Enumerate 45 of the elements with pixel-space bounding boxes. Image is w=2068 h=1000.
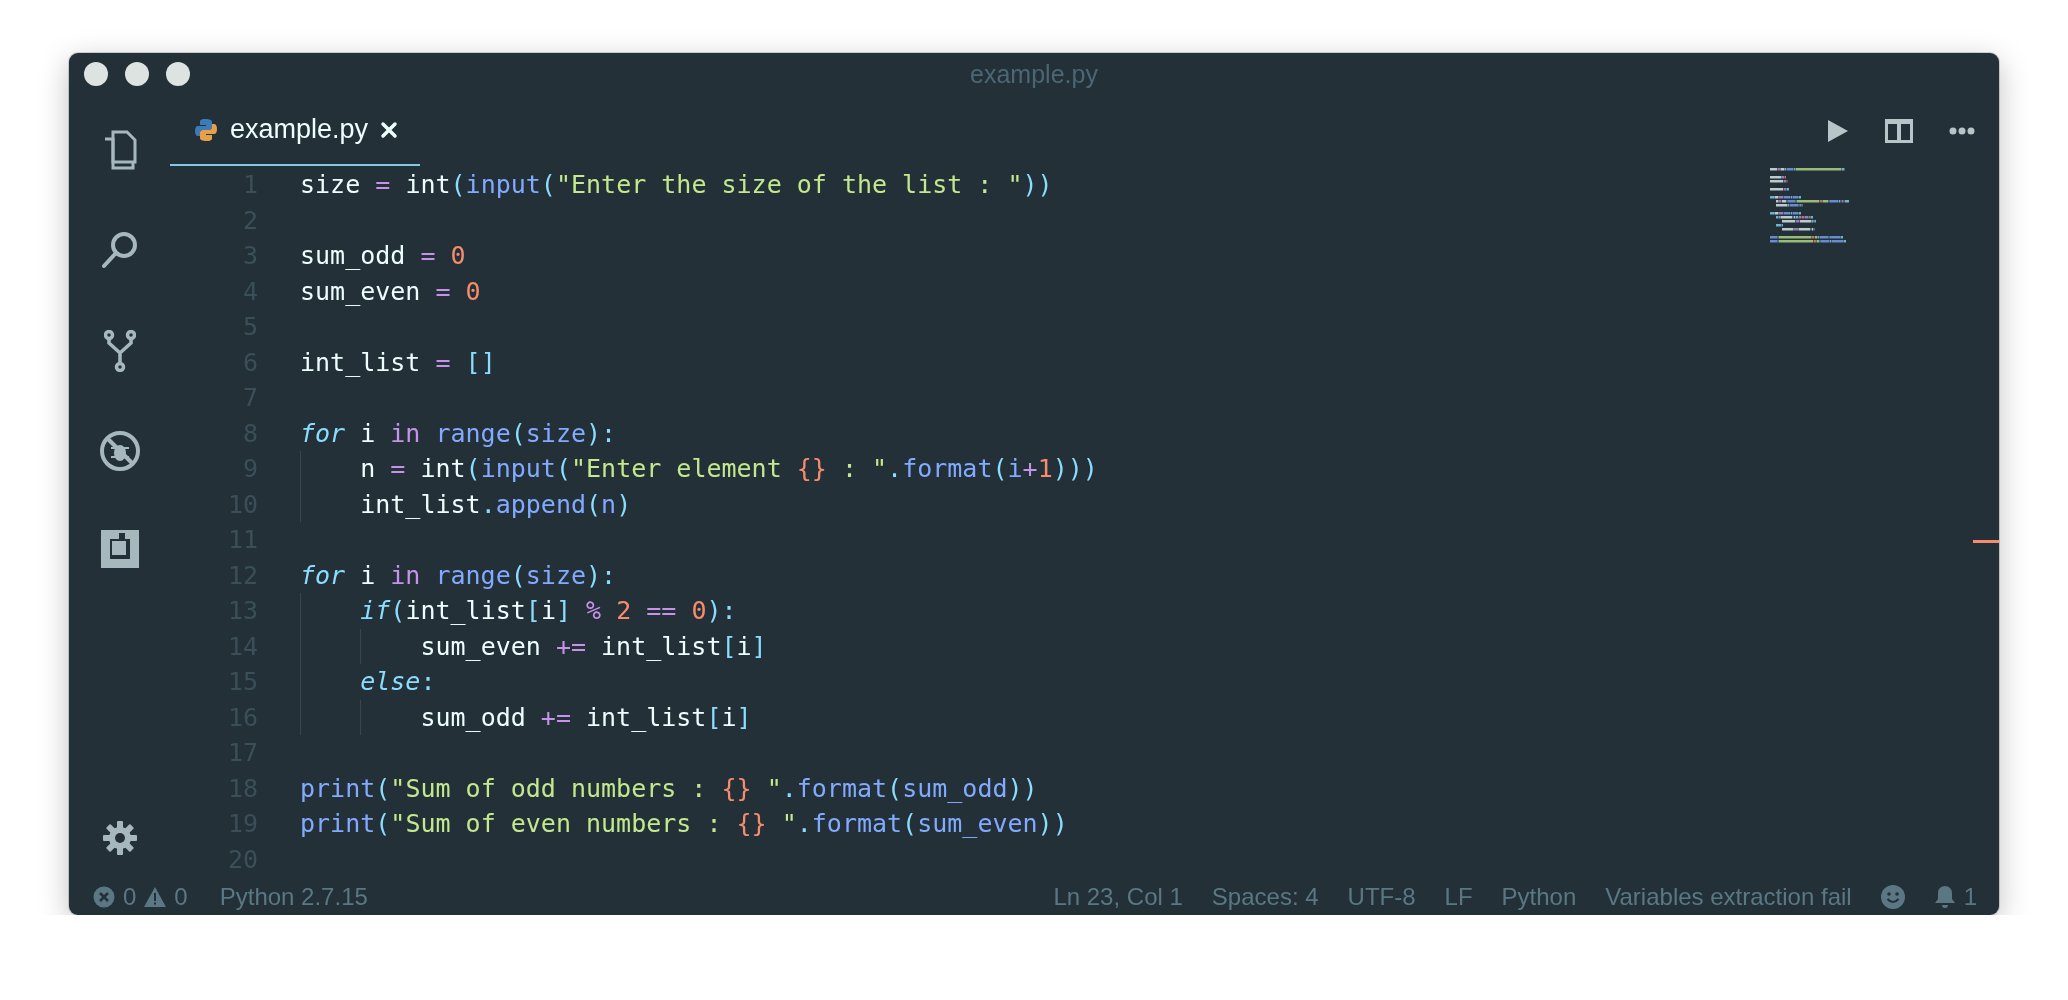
code-line: size = int(input("Enter the size of the list : ")) <box>300 169 1053 201</box>
error-icon[interactable] <box>93 886 115 908</box>
status-item[interactable]: Spaces: 4 <box>1211 883 1319 911</box>
window-title: example.py <box>970 60 1098 88</box>
code-line: else: <box>300 664 436 700</box>
code-line: if(int_list[i] % 2 == 0): <box>300 593 737 629</box>
code-line: for i in range(size): <box>300 559 617 592</box>
split-editor-icon[interactable] <box>1885 118 1913 143</box>
code-line: print("Sum of odd numbers : {} ".format(sum_odd)) <box>300 772 1038 805</box>
notification-count[interactable]: 1 <box>1963 883 1977 911</box>
status-item[interactable]: UTF-8 <box>1347 883 1416 911</box>
code-line: sum_even += int_list[i] <box>300 628 767 664</box>
status-item[interactable]: LF <box>1444 883 1473 911</box>
code-line: int_list = [] <box>300 346 496 379</box>
smiley-icon[interactable] <box>1880 885 1905 909</box>
editor-tab[interactable]: example.py <box>170 95 421 166</box>
settings-icon[interactable] <box>102 821 137 855</box>
overview-ruler-mark <box>1973 540 1999 543</box>
window-control[interactable] <box>125 62 149 86</box>
warning-icon[interactable] <box>144 887 167 907</box>
error-count[interactable]: 0 <box>123 883 137 911</box>
run-icon[interactable] <box>1827 118 1849 143</box>
code-line: sum_odd = 0 <box>300 240 466 272</box>
status-item[interactable]: Variables extraction fail <box>1605 883 1852 911</box>
status-item[interactable]: Python <box>1501 883 1577 911</box>
code-line: n = int(input("Enter element {} : ".format(i+1))) <box>300 451 1098 487</box>
files-icon[interactable] <box>102 130 137 170</box>
search-icon[interactable] <box>99 230 140 270</box>
code-line: for i in range(size): <box>300 417 617 450</box>
window-control[interactable] <box>84 62 108 86</box>
code-line: print("Sum of even numbers : {} ".format(sum_even)) <box>300 808 1068 840</box>
close-icon[interactable] <box>380 120 399 139</box>
code-line: int_list.append(n) <box>300 486 632 522</box>
warning-count[interactable]: 0 <box>174 883 188 911</box>
source-control-icon[interactable] <box>103 330 136 372</box>
extensions-icon[interactable] <box>100 530 139 568</box>
more-icon[interactable] <box>1949 126 1975 135</box>
window-control[interactable] <box>166 62 190 86</box>
bell-icon[interactable] <box>1933 885 1956 909</box>
status-item[interactable]: Ln 23, Col 1 <box>1053 883 1183 911</box>
debug-icon[interactable] <box>98 430 141 472</box>
code-line: sum_odd += int_list[i] <box>300 699 752 735</box>
code-line: sum_even = 0 <box>300 275 481 308</box>
python-file-icon <box>194 117 218 142</box>
interpreter-selector[interactable]: Python 2.7.15 <box>219 883 368 911</box>
